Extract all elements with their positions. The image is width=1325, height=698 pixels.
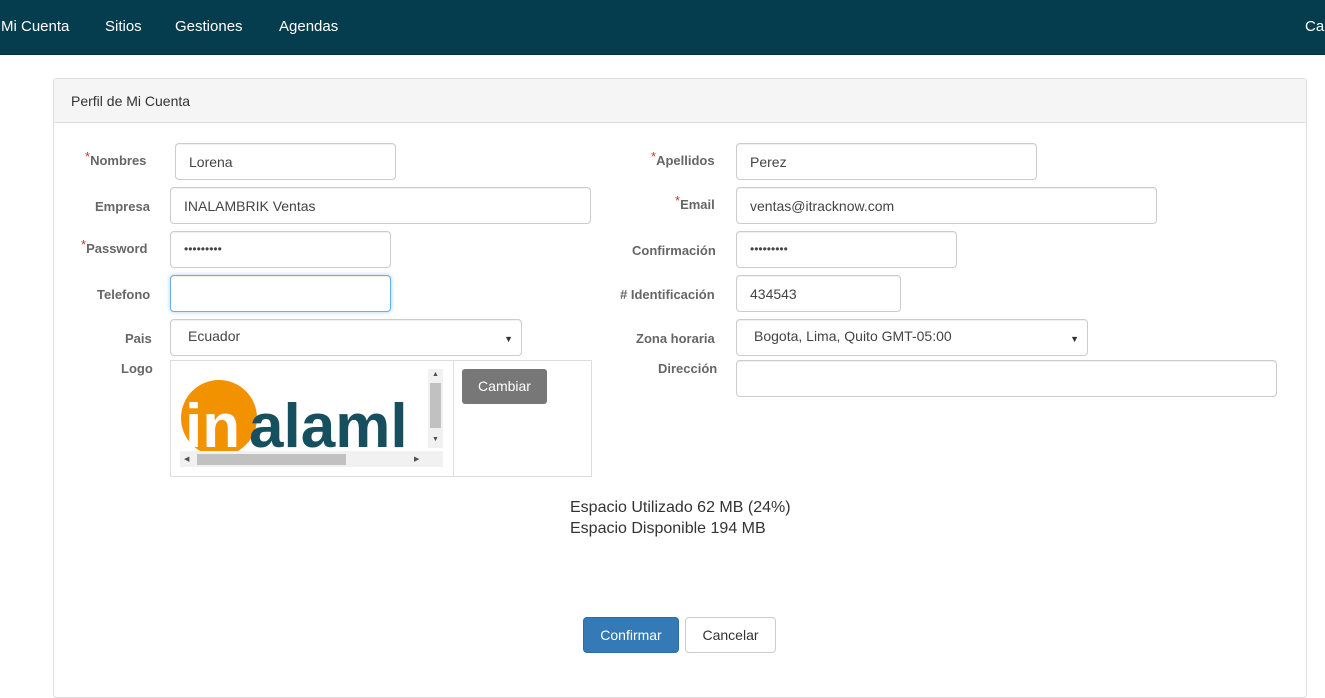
pais-label: Pais	[125, 331, 152, 346]
logo-horizontal-scrollbar[interactable]: ◀ ▶	[180, 451, 443, 467]
confirmacion-label: Confirmación	[632, 243, 716, 258]
panel-title: Perfil de Mi Cuenta	[54, 79, 1306, 123]
telefono-input[interactable]	[170, 275, 391, 312]
empresa-label: Empresa	[95, 199, 150, 214]
chevron-down-icon: ▼	[504, 334, 513, 344]
required-mark: *	[81, 237, 87, 252]
password-label: *Password	[81, 237, 148, 256]
identificacion-input[interactable]	[736, 275, 901, 312]
telefono-label: Telefono	[97, 287, 151, 302]
chevron-down-icon: ▼	[1070, 334, 1079, 344]
zona-horaria-selected-value: Bogota, Lima, Quito GMT-05:00	[754, 328, 952, 344]
pais-selected-value: Ecuador	[188, 328, 241, 344]
cancel-button[interactable]: Cancelar	[685, 617, 776, 653]
logo-divider	[453, 361, 454, 477]
nav-item-sitios[interactable]: Sitios	[105, 18, 142, 35]
storage-used-text: Espacio Utilizado 62 MB (24%)	[570, 499, 791, 516]
nav-item-gestiones[interactable]: Gestiones	[175, 18, 243, 35]
apellidos-label: *Apellidos	[651, 149, 715, 168]
email-input[interactable]	[736, 187, 1157, 224]
empresa-input[interactable]	[170, 187, 591, 224]
confirm-button[interactable]: Confirmar	[583, 617, 679, 653]
email-label: *Email	[675, 193, 715, 212]
vertical-scroll-thumb[interactable]	[430, 383, 441, 428]
direccion-input[interactable]	[736, 360, 1277, 397]
logo-label: Logo	[121, 361, 153, 376]
nav-item-agendas[interactable]: Agendas	[279, 18, 338, 35]
direccion-label: Dirección	[658, 361, 718, 376]
scroll-down-arrow-icon[interactable]: ▼	[432, 436, 439, 443]
scroll-right-arrow-icon[interactable]: ▶	[414, 455, 419, 463]
logo-vertical-scrollbar[interactable]: ▲ ▼	[428, 369, 443, 448]
pais-select[interactable]: Ecuador ▼	[170, 319, 522, 356]
required-mark: *	[85, 149, 91, 164]
required-mark: *	[651, 149, 657, 164]
nav-item-mi-cuenta[interactable]: Mi Cuenta	[1, 18, 69, 35]
scroll-left-arrow-icon[interactable]: ◀	[184, 455, 189, 463]
zona-horaria-select[interactable]: Bogota, Lima, Quito GMT-05:00 ▼	[736, 319, 1088, 356]
nav-item-right-truncated[interactable]: Ca	[1305, 18, 1324, 35]
password-input[interactable]: •••••••••	[170, 231, 391, 268]
required-mark: *	[675, 193, 681, 208]
scroll-up-arrow-icon[interactable]: ▲	[432, 371, 439, 378]
storage-available-text: Espacio Disponible 194 MB	[570, 520, 766, 537]
top-navbar: Mi Cuenta Sitios Gestiones Agendas Ca	[0, 0, 1325, 55]
apellidos-input[interactable]	[736, 143, 1037, 180]
nombres-label: *Nombres	[85, 149, 147, 168]
nombres-input[interactable]	[175, 143, 396, 180]
confirmacion-input[interactable]: •••••••••	[736, 231, 957, 268]
identificacion-label: # Identificación	[620, 287, 715, 302]
change-logo-button[interactable]: Cambiar	[462, 369, 547, 404]
zona-horaria-label: Zona horaria	[636, 331, 715, 346]
horizontal-scroll-thumb[interactable]	[197, 454, 346, 465]
